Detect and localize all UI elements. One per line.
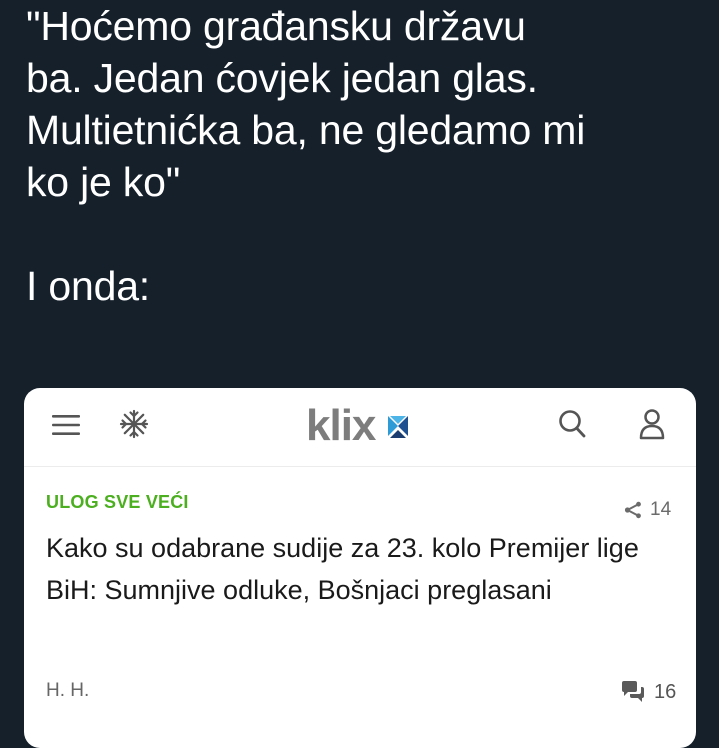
- news-card-screenshot[interactable]: klix ULOG SVE VEĆI 14 Kako su odabrane s…: [24, 388, 696, 748]
- share-icon: [624, 501, 641, 519]
- tweet-text: "Hoćemo građansku državu ba. Jedan ćovje…: [26, 0, 706, 312]
- klix-logo[interactable]: klix: [304, 402, 414, 448]
- logo-text: klix: [306, 402, 377, 448]
- search-icon[interactable]: [557, 408, 587, 440]
- tweet-line: ko je ko": [26, 159, 181, 205]
- comments-counter[interactable]: 16: [620, 679, 676, 705]
- comments-icon: [622, 681, 644, 702]
- tweet-line: "Hoćemo građansku državu: [26, 3, 526, 49]
- tweet-line: Multietnićka ba, ne gledamo mi: [26, 107, 586, 153]
- paragraph-break: [26, 208, 706, 260]
- article-headline[interactable]: Kako su odabrane sudije za 23. kolo Prem…: [46, 527, 676, 611]
- comment-count: 16: [654, 680, 677, 703]
- share-counter[interactable]: 14: [624, 498, 671, 522]
- menu-icon[interactable]: [52, 414, 80, 436]
- user-icon[interactable]: [638, 407, 666, 441]
- tweet-followup: I onda:: [26, 263, 150, 309]
- tweet-line: ba. Jedan ćovjek jedan glas.: [26, 55, 538, 101]
- share-count: 14: [650, 499, 672, 520]
- article-category[interactable]: ULOG SVE VEĆI: [46, 492, 189, 513]
- article-author: H. H.: [46, 680, 90, 701]
- snowflake-icon[interactable]: [119, 409, 149, 439]
- site-header: klix: [24, 388, 696, 467]
